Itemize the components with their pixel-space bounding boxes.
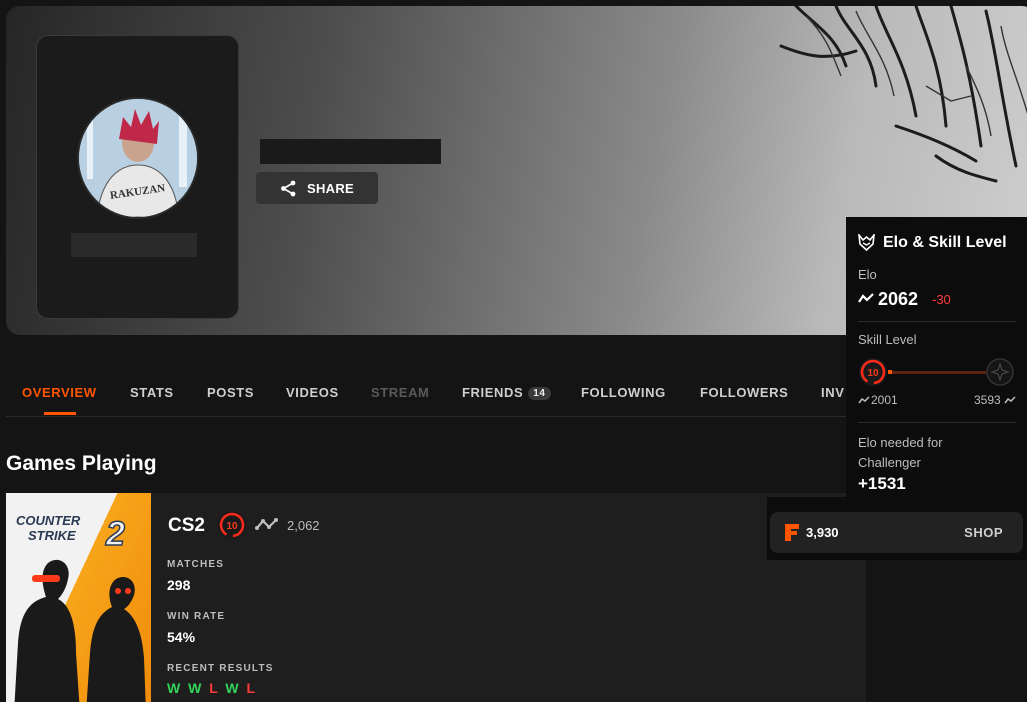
- cs2-cover-art: COUNTER STRIKE 2: [14, 513, 146, 702]
- tab-friends-label: FRIENDS: [462, 385, 524, 400]
- elo-skill-tooltip: Elo & Skill Level Elo 2062 -30 Skill Lev…: [846, 217, 1027, 497]
- cover-title-line2: STRIKE: [28, 528, 76, 543]
- elo-trend-icon: [858, 293, 874, 303]
- tab-inventory[interactable]: INV: [821, 385, 844, 400]
- elo-needed-value: +1531: [858, 474, 906, 493]
- profile-page: RAKUZAN SHARE OVERVIEW STATS POSTS VIDEO…: [0, 0, 1027, 702]
- avatar-username-redacted: [71, 233, 197, 257]
- winrate-value: 54%: [167, 629, 196, 645]
- recent-results-label: RECENT RESULTS: [167, 663, 274, 674]
- game-cover-image: COUNTER STRIKE 2: [6, 493, 151, 702]
- tab-posts[interactable]: POSTS: [207, 385, 254, 400]
- challenger-level-icon: [986, 358, 1014, 386]
- profile-name-redacted: [260, 139, 441, 164]
- tab-videos[interactable]: VIDEOS: [286, 385, 339, 400]
- divider: [858, 321, 1016, 322]
- friends-count-badge: 14: [528, 387, 551, 400]
- points-card: 3,930 SHOP: [770, 512, 1023, 553]
- skill-level-number: 10: [226, 521, 238, 532]
- share-button[interactable]: SHARE: [256, 172, 378, 204]
- result-item: W: [167, 680, 183, 696]
- active-tab-indicator: [44, 412, 76, 415]
- current-level-badge: 10: [859, 358, 887, 386]
- shop-button[interactable]: SHOP: [964, 525, 1003, 540]
- matches-label: MATCHES: [167, 559, 225, 570]
- result-item: W: [225, 680, 241, 696]
- elo-icon: [255, 518, 278, 530]
- cover-title-line1: COUNTER: [16, 513, 81, 528]
- share-label: SHARE: [307, 180, 355, 196]
- winrate-label: WIN RATE: [167, 611, 226, 622]
- shop-panel: 3,930 SHOP: [767, 497, 1027, 560]
- tab-following[interactable]: FOLLOWING: [581, 385, 666, 400]
- avatar-image: RAKUZAN: [79, 99, 197, 217]
- tab-stream[interactable]: STREAM: [371, 385, 430, 400]
- faceit-wolf-icon: [858, 234, 875, 251]
- result-item: L: [209, 680, 220, 696]
- result-item: L: [246, 680, 258, 696]
- recent-results: W W L W L: [167, 680, 257, 696]
- tab-stats[interactable]: STATS: [130, 385, 174, 400]
- skill-level-label: Skill Level: [858, 332, 917, 347]
- skill-level-badge: 10: [218, 511, 246, 539]
- tab-followers[interactable]: FOLLOWERS: [700, 385, 788, 400]
- current-level-number: 10: [867, 368, 879, 379]
- elo-max-icon: [1004, 396, 1016, 404]
- banner-artwork: [779, 6, 1027, 183]
- points-balance: 3,930: [806, 525, 839, 540]
- elo-needed-label: Elo needed for Challenger: [858, 435, 943, 470]
- elo-value: 2062: [878, 289, 919, 309]
- faceit-points-icon: [785, 524, 799, 541]
- elo-panel-title: Elo & Skill Level: [883, 234, 1007, 251]
- matches-value: 298: [167, 577, 191, 593]
- elo-delta: -30: [932, 292, 951, 307]
- game-name: CS2: [168, 515, 205, 536]
- tab-overview[interactable]: OVERVIEW: [22, 385, 97, 400]
- range-min-elo: 2001: [871, 393, 898, 407]
- range-max-elo: 3593: [974, 393, 1001, 407]
- level-progress-fill: [888, 370, 892, 374]
- result-item: W: [188, 680, 204, 696]
- elo-label: Elo: [858, 267, 877, 282]
- avatar[interactable]: RAKUZAN: [77, 97, 199, 219]
- game-card-cs2[interactable]: COUNTER STRIKE 2 CS2 10 2,062 MATCHES 29…: [6, 493, 866, 702]
- elo-min-icon: [858, 396, 870, 404]
- level-progress-track: [888, 371, 986, 374]
- tab-friends[interactable]: FRIENDS 14: [462, 385, 551, 400]
- cover-title-number: 2: [105, 515, 125, 553]
- avatar-card: RAKUZAN: [36, 35, 239, 319]
- game-elo-value: 2,062: [287, 518, 320, 533]
- share-icon: [281, 180, 296, 196]
- divider: [858, 422, 1016, 423]
- games-playing-heading: Games Playing: [6, 452, 157, 475]
